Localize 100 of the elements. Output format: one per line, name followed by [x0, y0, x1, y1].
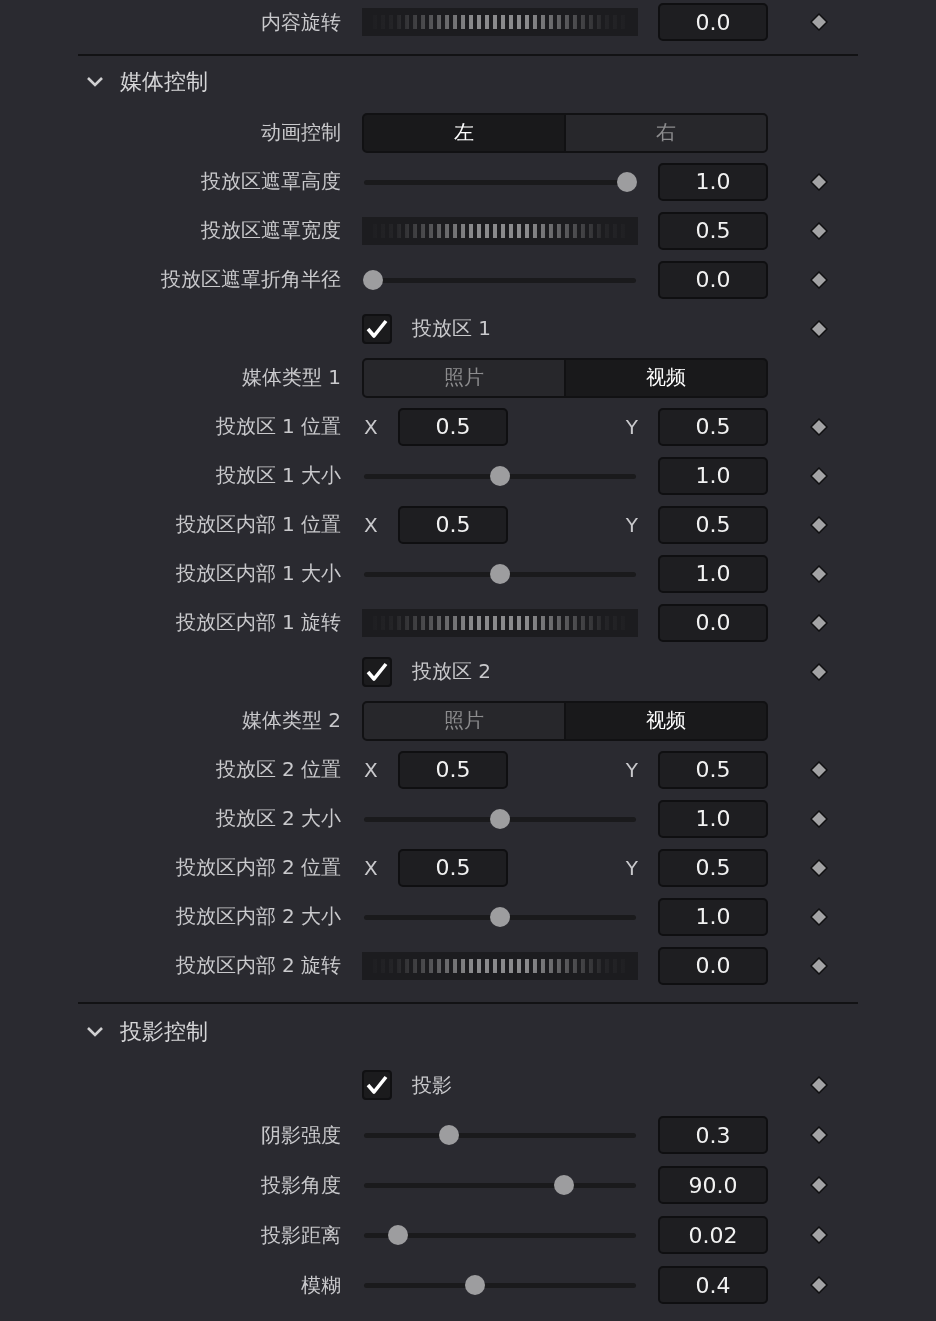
value-field[interactable]: 0.5	[398, 848, 508, 887]
diamond-icon[interactable]	[810, 907, 828, 926]
field-label: 投放区内部 1 大小	[175, 560, 341, 587]
slider-thumb[interactable]	[490, 808, 510, 829]
field-label: 投影距离	[261, 1221, 341, 1249]
value-field[interactable]: 1.0	[658, 456, 768, 495]
section-title[interactable]: 媒体控制	[120, 67, 208, 97]
value-field[interactable]: 0.0	[658, 260, 768, 299]
slider-track[interactable]	[364, 1125, 636, 1145]
slider-track[interactable]	[364, 1225, 636, 1245]
checkbox-label: 投放区 2	[412, 658, 492, 685]
diamond-icon[interactable]	[810, 956, 828, 975]
field-label: 投放区遮罩宽度	[201, 217, 341, 244]
section-title[interactable]: 投影控制	[120, 1017, 208, 1047]
slider-thumb[interactable]	[553, 1175, 574, 1195]
field-label: 投放区内部 2 大小	[175, 903, 341, 930]
segment-button[interactable]: 照片	[364, 359, 564, 396]
axis-label: Y	[625, 855, 638, 880]
axis-label: Y	[625, 414, 638, 439]
jog-wheel[interactable]	[362, 8, 638, 36]
field-label: 媒体类型 1	[241, 364, 341, 391]
axis-label: X	[363, 512, 379, 537]
segment-button[interactable]: 右	[566, 114, 766, 151]
field-label: 投放区遮罩高度	[201, 168, 341, 195]
field-label: 动画控制	[261, 119, 341, 146]
jog-wheel[interactable]	[362, 608, 638, 637]
jog-wheel[interactable]	[362, 216, 638, 245]
value-field[interactable]: 0.0	[658, 603, 768, 642]
diamond-icon[interactable]	[810, 1076, 828, 1094]
slider-track[interactable]	[364, 1275, 636, 1295]
slider-track[interactable]	[364, 269, 636, 290]
diamond-icon[interactable]	[810, 270, 828, 289]
diamond-icon[interactable]	[810, 1226, 828, 1244]
value-field[interactable]: 0.5	[398, 407, 508, 446]
value-field[interactable]: 0.3	[658, 1116, 768, 1154]
slider-track[interactable]	[364, 906, 636, 927]
diamond-icon[interactable]	[810, 417, 828, 436]
value-field[interactable]: 0.4	[658, 1266, 768, 1304]
axis-label: Y	[625, 757, 638, 782]
slider-thumb[interactable]	[490, 465, 510, 486]
value-field[interactable]: 1.0	[658, 162, 768, 201]
field-label: 媒体类型 2	[241, 707, 341, 734]
slider-track[interactable]	[364, 563, 636, 584]
diamond-icon[interactable]	[810, 319, 828, 338]
value-field[interactable]: 0.0	[658, 3, 768, 41]
diamond-icon[interactable]	[810, 858, 828, 877]
value-field[interactable]: 0.02	[658, 1216, 768, 1254]
value-field[interactable]: 0.0	[658, 946, 768, 985]
slider-track[interactable]	[364, 465, 636, 486]
diamond-icon[interactable]	[810, 13, 828, 31]
diamond-icon[interactable]	[810, 221, 828, 240]
segment-button[interactable]: 视频	[566, 359, 766, 396]
checkbox[interactable]	[362, 656, 392, 687]
value-field[interactable]: 0.5	[658, 407, 768, 446]
diamond-icon[interactable]	[810, 1276, 828, 1294]
value-field[interactable]: 0.5	[658, 750, 768, 789]
diamond-icon[interactable]	[810, 1176, 828, 1194]
diamond-icon[interactable]	[810, 1126, 828, 1144]
field-label: 模糊	[301, 1271, 341, 1299]
value-field[interactable]: 0.5	[658, 848, 768, 887]
diamond-icon[interactable]	[810, 662, 828, 681]
diamond-icon[interactable]	[810, 760, 828, 779]
field-label: 投放区 2 位置	[215, 756, 341, 783]
diamond-icon[interactable]	[810, 809, 828, 828]
diamond-icon[interactable]	[810, 172, 828, 191]
slider-thumb[interactable]	[363, 269, 383, 290]
value-field[interactable]: 1.0	[658, 799, 768, 838]
jog-wheel[interactable]	[362, 951, 638, 980]
value-field[interactable]: 0.5	[398, 750, 508, 789]
check-icon	[366, 1075, 388, 1095]
slider-thumb[interactable]	[490, 563, 510, 584]
segment-button[interactable]: 照片	[364, 702, 564, 739]
checkbox[interactable]	[362, 1070, 392, 1100]
slider-track[interactable]	[364, 1175, 636, 1195]
axis-label: Y	[625, 512, 638, 537]
segment-button[interactable]: 视频	[566, 702, 766, 739]
checkbox[interactable]	[362, 313, 392, 344]
field-label: 投放区内部 1 位置	[175, 511, 341, 538]
field-label: 投放区内部 2 位置	[175, 854, 341, 881]
slider-thumb[interactable]	[388, 1225, 409, 1245]
value-field[interactable]: 0.5	[658, 505, 768, 544]
field-label: 内容旋转	[261, 8, 341, 36]
diamond-icon[interactable]	[810, 515, 828, 534]
value-field[interactable]: 90.0	[658, 1166, 768, 1204]
segment-button[interactable]: 左	[364, 114, 564, 151]
slider-thumb[interactable]	[490, 906, 510, 927]
slider-thumb[interactable]	[464, 1275, 485, 1295]
slider-track[interactable]	[364, 171, 636, 192]
value-field[interactable]: 0.5	[658, 211, 768, 250]
axis-label: X	[363, 414, 379, 439]
field-label: 投影角度	[261, 1171, 341, 1199]
slider-track[interactable]	[364, 808, 636, 829]
slider-thumb[interactable]	[617, 171, 637, 192]
diamond-icon[interactable]	[810, 564, 828, 583]
value-field[interactable]: 1.0	[658, 554, 768, 593]
diamond-icon[interactable]	[810, 613, 828, 632]
value-field[interactable]: 0.5	[398, 505, 508, 544]
value-field[interactable]: 1.0	[658, 897, 768, 936]
slider-thumb[interactable]	[439, 1125, 460, 1145]
diamond-icon[interactable]	[810, 466, 828, 485]
